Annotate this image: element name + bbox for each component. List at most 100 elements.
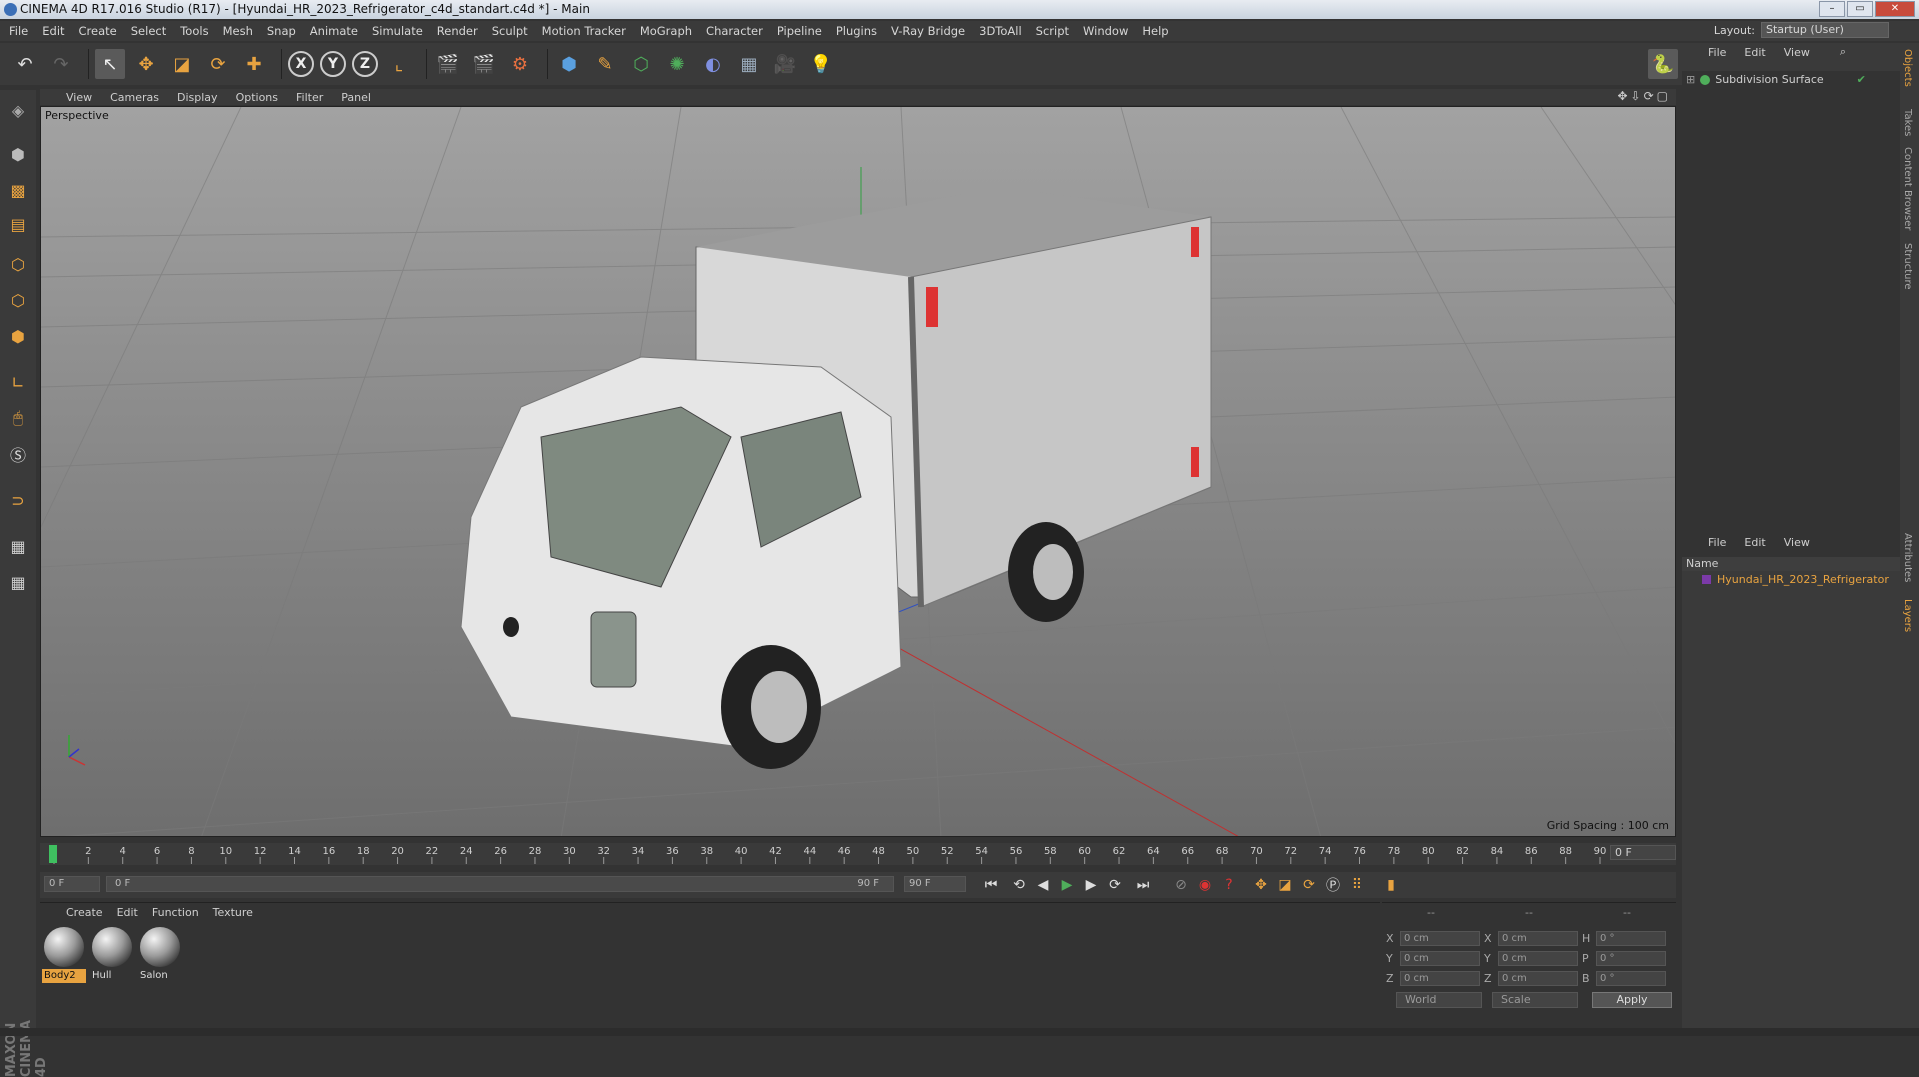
size-y-field[interactable]: 0 cm xyxy=(1498,951,1578,966)
tab-content-browser[interactable]: Content Browser xyxy=(1902,147,1913,230)
start-frame-field[interactable]: 0 F xyxy=(44,876,100,892)
menu-render[interactable]: Render xyxy=(437,24,478,38)
workplane-icon[interactable]: ▤ xyxy=(4,210,32,238)
render-view-icon[interactable]: 🎬 xyxy=(433,49,463,79)
object-row[interactable]: ⊞ Subdivision Surface ✔ xyxy=(1686,73,1866,86)
tab-objects[interactable]: Objects xyxy=(1902,49,1913,87)
go-to-start-icon[interactable]: ⏮ xyxy=(980,874,1002,896)
move-icon[interactable]: ✥ xyxy=(131,49,161,79)
menu-plugins[interactable]: Plugins xyxy=(836,24,877,38)
play-icon[interactable]: ▶ xyxy=(1056,874,1078,896)
points-mode-icon[interactable]: ⬡ xyxy=(4,250,32,278)
object-search-icon[interactable]: ⌕ xyxy=(1840,45,1846,59)
record-parameter-icon[interactable]: Ⓟ xyxy=(1322,874,1344,896)
visibility-check-icon[interactable]: ✔ xyxy=(1857,73,1866,86)
menu-3dtoall[interactable]: 3DToAll xyxy=(979,24,1022,38)
material-swatch[interactable]: Hull xyxy=(90,927,134,983)
camera-icon[interactable]: 🎥 xyxy=(770,49,800,79)
layer-row[interactable]: Hyundai_HR_2023_Refrigerator xyxy=(1702,573,1889,586)
planar-workplane-icon[interactable]: ▦ xyxy=(4,568,32,596)
object-menu-file[interactable]: File xyxy=(1708,46,1726,59)
record-position-icon[interactable]: ✥ xyxy=(1250,874,1272,896)
z-axis-lock-icon[interactable]: Z xyxy=(352,51,378,77)
material-swatch[interactable]: Salon xyxy=(138,927,182,983)
autokey-icon[interactable]: ◉ xyxy=(1194,874,1216,896)
lock-workplane-icon[interactable]: ▦ xyxy=(4,532,32,560)
scale-icon[interactable]: ◪ xyxy=(167,49,197,79)
rotation-h-field[interactable]: 0 ° xyxy=(1596,931,1666,946)
go-to-next-key-icon[interactable]: ⟳ xyxy=(1104,874,1126,896)
coordinate-space-dropdown[interactable]: World xyxy=(1396,992,1482,1008)
texture-mode-icon[interactable]: ▩ xyxy=(4,176,32,204)
step-forward-icon[interactable]: ▶ xyxy=(1080,874,1102,896)
tab-layers[interactable]: Layers xyxy=(1902,599,1913,632)
magnet-icon[interactable]: ⊃ xyxy=(4,486,32,514)
mograph-cloner-icon[interactable]: ✺ xyxy=(662,49,692,79)
y-axis-lock-icon[interactable]: Y xyxy=(320,51,346,77)
python-icon[interactable]: 🐍 xyxy=(1648,49,1678,79)
menu-file[interactable]: File xyxy=(9,24,28,38)
apply-button[interactable]: Apply xyxy=(1592,992,1672,1008)
menu-snap[interactable]: Snap xyxy=(267,24,296,38)
viewport-navigation-icons[interactable]: ✥⇩⟳▢ xyxy=(1617,89,1671,103)
rotation-p-field[interactable]: 0 ° xyxy=(1596,951,1666,966)
menu-help[interactable]: Help xyxy=(1142,24,1168,38)
material-swatch[interactable]: Body2 xyxy=(42,927,86,983)
menu-vray-bridge[interactable]: V-Ray Bridge xyxy=(891,24,965,38)
menu-edit[interactable]: Edit xyxy=(42,24,64,38)
position-z-field[interactable]: 0 cm xyxy=(1400,971,1480,986)
menu-window[interactable]: Window xyxy=(1083,24,1128,38)
subdivision-icon[interactable]: ⬡ xyxy=(626,49,656,79)
playhead[interactable] xyxy=(49,845,57,863)
tab-structure[interactable]: Structure xyxy=(1902,243,1913,290)
end-frame-field[interactable]: 90 F xyxy=(904,876,966,892)
object-menu-view[interactable]: View xyxy=(1784,46,1810,59)
layer-menu-file[interactable]: File xyxy=(1708,536,1726,549)
pen-spline-icon[interactable]: ✎ xyxy=(590,49,620,79)
viewport-menu-display[interactable]: Display xyxy=(177,91,218,104)
material-menu-edit[interactable]: Edit xyxy=(117,906,138,919)
redo-icon[interactable]: ↷ xyxy=(46,49,76,79)
render-settings-icon[interactable]: ⚙ xyxy=(505,49,535,79)
edges-mode-icon[interactable]: ⬡ xyxy=(4,286,32,314)
record-scale-icon[interactable]: ◪ xyxy=(1274,874,1296,896)
menu-script[interactable]: Script xyxy=(1036,24,1069,38)
layer-color-swatch[interactable] xyxy=(1702,575,1711,584)
material-menu-texture[interactable]: Texture xyxy=(213,906,253,919)
make-editable-icon[interactable]: ◈ xyxy=(4,96,32,124)
undo-icon[interactable]: ↶ xyxy=(10,49,40,79)
coordinate-system-icon[interactable]: ⌞ xyxy=(384,49,414,79)
expand-icon[interactable]: ⊞ xyxy=(1686,73,1695,86)
viewport-menu-cameras[interactable]: Cameras xyxy=(110,91,159,104)
position-x-field[interactable]: 0 cm xyxy=(1400,931,1480,946)
close-button[interactable]: ✕ xyxy=(1875,1,1915,17)
menu-animate[interactable]: Animate xyxy=(310,24,358,38)
menu-tools[interactable]: Tools xyxy=(180,24,208,38)
deformer-icon[interactable]: ◐ xyxy=(698,49,728,79)
render-picture-viewer-icon[interactable]: 🎬 xyxy=(469,49,499,79)
rotation-b-field[interactable]: 0 ° xyxy=(1596,971,1666,986)
model-mode-icon[interactable]: ⬢ xyxy=(4,140,32,168)
record-pla-icon[interactable]: ⠿ xyxy=(1346,874,1368,896)
polygons-mode-icon[interactable]: ⬢ xyxy=(4,322,32,350)
material-menu-create[interactable]: Create xyxy=(66,906,103,919)
current-frame-field[interactable]: 0 F xyxy=(1610,845,1676,860)
cube-object-icon[interactable]: ⬢ xyxy=(554,49,584,79)
layer-menu-view[interactable]: View xyxy=(1784,536,1810,549)
timeline-ruler[interactable]: 0246810121416182022242628303234363840424… xyxy=(40,843,1676,865)
x-axis-lock-icon[interactable]: X xyxy=(288,51,314,77)
position-y-field[interactable]: 0 cm xyxy=(1400,951,1480,966)
menu-simulate[interactable]: Simulate xyxy=(372,24,423,38)
coordinate-mode-dropdown[interactable]: Scale xyxy=(1492,992,1578,1008)
menu-select[interactable]: Select xyxy=(131,24,166,38)
object-menu-edit[interactable]: Edit xyxy=(1744,46,1765,59)
record-keys-icon[interactable]: ⊘ xyxy=(1170,874,1192,896)
menu-pipeline[interactable]: Pipeline xyxy=(777,24,822,38)
record-rotation-icon[interactable]: ⟳ xyxy=(1298,874,1320,896)
add-object-icon[interactable]: ✚ xyxy=(239,49,269,79)
viewport-menu-panel[interactable]: Panel xyxy=(341,91,371,104)
minimize-button[interactable]: – xyxy=(1819,1,1845,17)
axis-mode-icon[interactable]: ∟ xyxy=(4,368,32,396)
layout-dropdown[interactable]: Startup (User) xyxy=(1761,22,1889,38)
tweak-mode-icon[interactable]: 🖱 xyxy=(4,404,32,432)
